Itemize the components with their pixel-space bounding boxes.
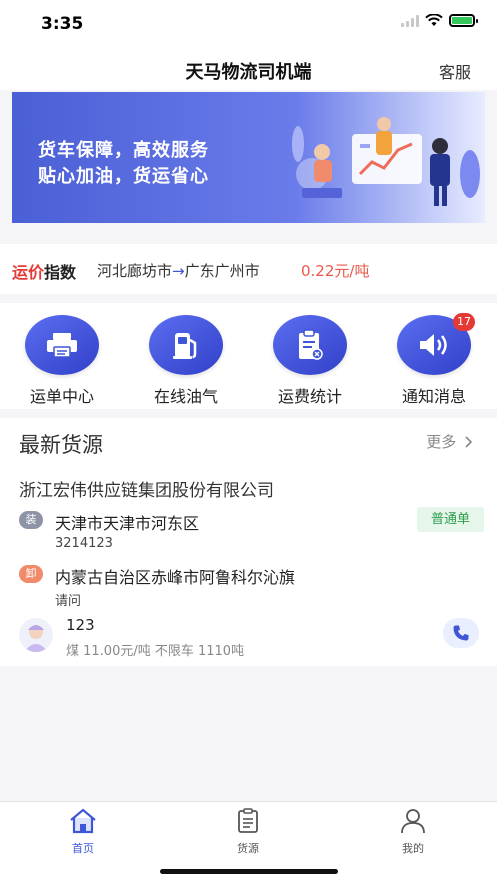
section-title: 最新货源 <box>19 433 103 457</box>
phone-icon <box>453 625 469 641</box>
printer-icon <box>25 315 99 375</box>
load-address: 天津市天津市河东区 <box>55 514 200 533</box>
cargo-company[interactable]: 浙江宏伟供应链集团股份有限公司 <box>19 476 274 501</box>
status-icons <box>401 14 478 27</box>
clipboard-icon <box>273 315 347 375</box>
route-from: 河北廊坊市 <box>97 262 173 280</box>
load-detail: 3214123 <box>55 536 113 551</box>
freight-index-card[interactable]: 运价指数 河北廊坊市→广东广州市 0.22元/吨 <box>0 244 497 294</box>
freight-index-title-red: 运价 <box>12 263 45 282</box>
customer-service-button[interactable]: 客服 <box>439 59 471 83</box>
home-icon <box>70 808 96 834</box>
unload-detail: 请问 <box>55 594 82 609</box>
menu-freight-stats[interactable]: 运费统计 <box>260 315 360 407</box>
avatar <box>19 618 53 652</box>
banner-line-1: 货车保障，高效服务 <box>38 140 209 161</box>
arrow-right-icon: → <box>172 262 185 280</box>
menu-label: 在线油气 <box>153 387 218 406</box>
banner-line-2: 贴心加油，货运省心 <box>38 166 209 187</box>
more-label: 更多 <box>426 433 457 451</box>
freight-index-title: 运价指数 <box>12 259 76 283</box>
banner-illustration <box>292 117 480 206</box>
latest-cargo-section: 最新货源 更多 浙江宏伟供应链集团股份有限公司 装 天津市天津市河东区 3214… <box>0 418 497 666</box>
menu-notifications[interactable]: 17 通知消息 <box>384 313 484 407</box>
more-link[interactable]: 更多 <box>426 431 473 452</box>
menu-label: 运费统计 <box>277 387 342 406</box>
route-to: 广东广州市 <box>184 262 260 280</box>
tab-home[interactable]: 首页 <box>43 808 123 856</box>
home-indicator <box>160 869 338 874</box>
status-time: 3:35 <box>41 14 84 34</box>
unload-address: 内蒙古自治区赤峰市阿鲁科尔沁旗 <box>55 568 296 587</box>
nav-bar: 天马物流司机端 客服 <box>0 48 497 90</box>
order-type-badge: 普通单 <box>417 507 484 532</box>
document-icon <box>238 808 258 833</box>
contact-name: 123 <box>66 616 95 634</box>
tab-cargo[interactable]: 货源 <box>208 808 288 856</box>
notification-badge: 17 <box>453 313 475 331</box>
tab-label: 首页 <box>72 842 94 855</box>
cargo-info: 煤 11.00元/吨 不限车 1110吨 <box>66 644 245 659</box>
freight-price: 0.22元/吨 <box>301 262 370 280</box>
menu-label: 通知消息 <box>401 387 466 406</box>
promo-banner[interactable]: 货车保障，高效服务 贴心加油，货运省心 <box>12 92 485 223</box>
menu-waybill-center[interactable]: 运单中心 <box>12 315 112 407</box>
menu-online-fuel[interactable]: 在线油气 <box>136 315 236 407</box>
battery-icon <box>449 14 478 27</box>
quick-menu: 运单中心 在线油气 运费统计 17 通知消息 <box>0 303 497 409</box>
call-button[interactable] <box>443 618 479 648</box>
page-title: 天马物流司机端 <box>185 62 312 83</box>
status-bar: 3:35 <box>0 0 497 48</box>
unload-tag: 卸 <box>19 565 43 583</box>
freight-index-title-black: 指数 <box>44 263 77 282</box>
freight-route: 河北廊坊市→广东广州市 <box>97 260 260 281</box>
wifi-icon <box>425 14 443 26</box>
cellular-signal-icon <box>401 14 419 27</box>
chevron-right-icon <box>465 436 473 448</box>
user-icon <box>401 809 425 834</box>
tab-label: 我的 <box>402 842 424 855</box>
menu-label: 运单中心 <box>29 387 94 406</box>
tab-label: 货源 <box>237 842 259 855</box>
gas-pump-icon <box>149 315 223 375</box>
speaker-icon: 17 <box>397 313 475 375</box>
tab-profile[interactable]: 我的 <box>373 808 453 856</box>
load-tag: 装 <box>19 511 43 529</box>
